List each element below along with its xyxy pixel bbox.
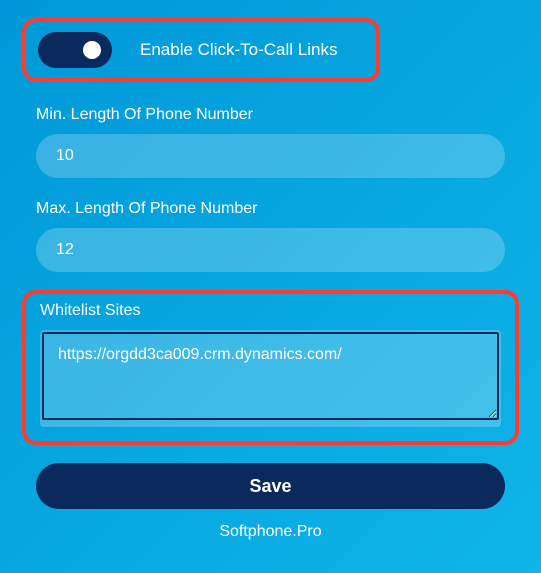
whitelist-label: Whitelist Sites	[40, 302, 501, 320]
enable-click-to-call-toggle[interactable]	[38, 32, 112, 68]
whitelist-textarea-wrap	[40, 330, 501, 427]
max-length-field: Max. Length Of Phone Number	[36, 200, 505, 272]
whitelist-section: Whitelist Sites	[22, 290, 519, 445]
save-button[interactable]: Save	[36, 463, 505, 509]
max-length-label: Max. Length Of Phone Number	[36, 200, 505, 218]
click-to-call-toggle-row: Enable Click-To-Call Links	[22, 18, 380, 82]
toggle-knob-icon	[83, 41, 101, 59]
max-length-input[interactable]	[36, 228, 505, 272]
min-length-input[interactable]	[36, 134, 505, 178]
whitelist-textarea[interactable]	[42, 332, 499, 420]
enable-click-to-call-label: Enable Click-To-Call Links	[140, 40, 337, 60]
footer-brand: Softphone.Pro	[22, 523, 519, 541]
min-length-field: Min. Length Of Phone Number	[36, 106, 505, 178]
settings-panel: Enable Click-To-Call Links Min. Length O…	[0, 0, 541, 573]
min-length-label: Min. Length Of Phone Number	[36, 106, 505, 124]
